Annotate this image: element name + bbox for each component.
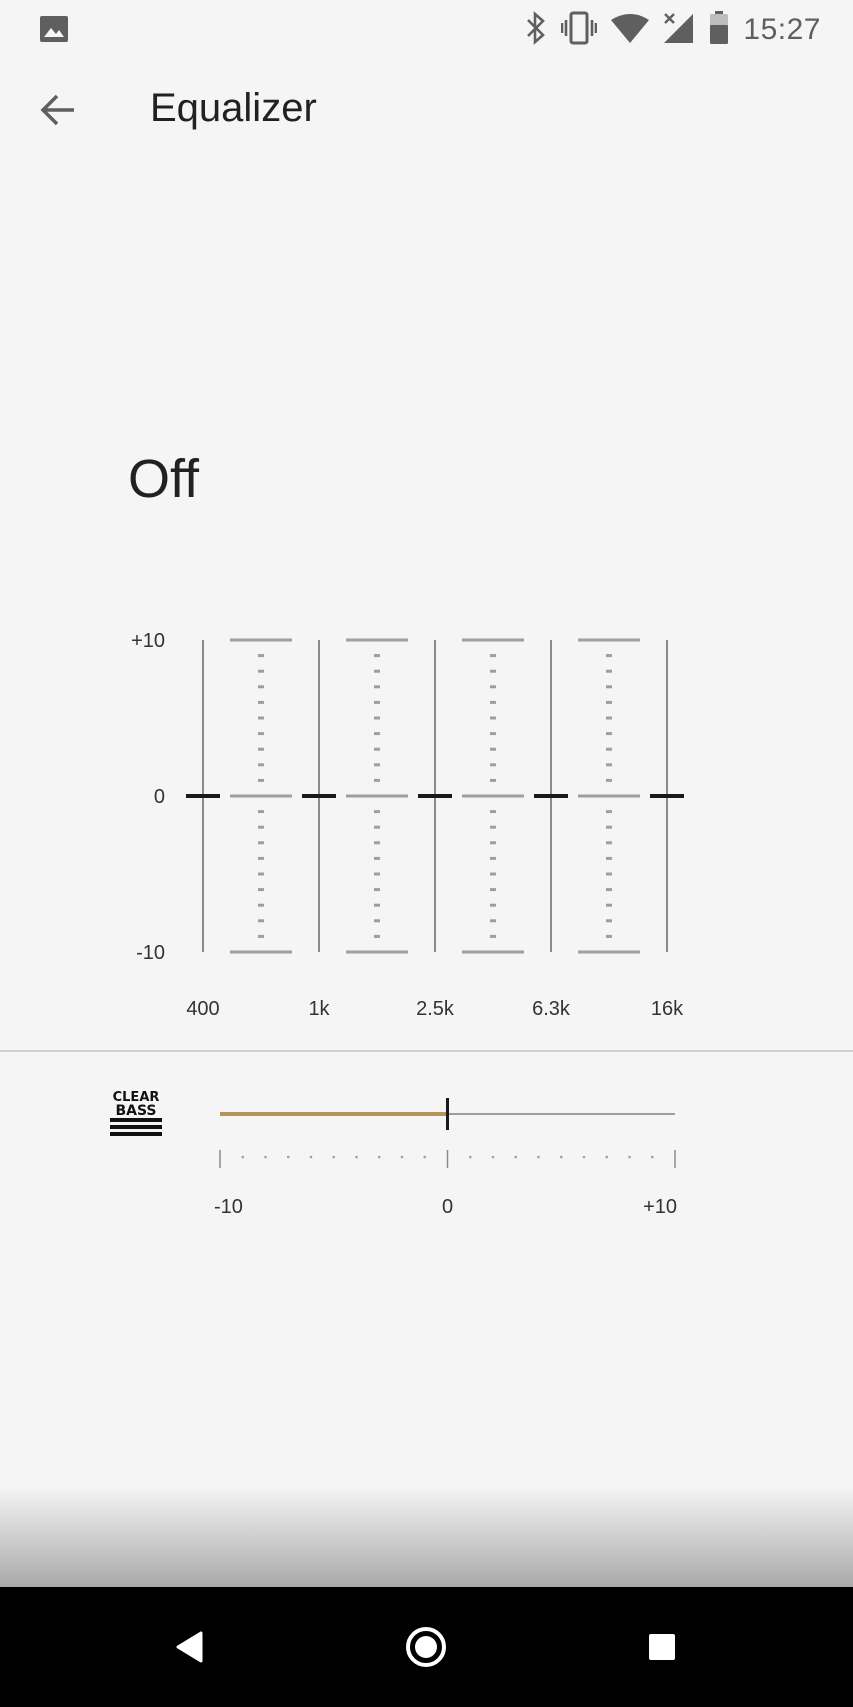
eq-y-tick-label: -10 <box>136 942 165 964</box>
recents-square-icon <box>649 1634 675 1660</box>
eq-band-label: 6.3k <box>532 998 571 1020</box>
arrow-back-icon <box>40 94 74 126</box>
back-triangle-icon <box>176 1631 203 1663</box>
clear-bass-minor-tick <box>355 1155 358 1159</box>
preset-label[interactable]: Off <box>128 448 199 510</box>
cellular-no-signal-icon <box>663 12 695 49</box>
system-nav-bar <box>0 1587 853 1707</box>
clear-bass-minor-tick <box>400 1155 404 1159</box>
bluetooth-icon <box>525 10 547 50</box>
eq-y-tick-label: +10 <box>131 630 165 652</box>
status-clock: 15:27 <box>743 13 821 46</box>
clear-bass-minor-tick <box>286 1155 290 1159</box>
bottom-fade <box>0 1487 853 1587</box>
clear-bass-minor-tick <box>537 1155 540 1159</box>
back-button[interactable] <box>30 82 86 138</box>
eq-band-label: 2.5k <box>416 998 455 1020</box>
clear-bass-minor-tick <box>650 1155 654 1159</box>
clear-bass-minor-tick <box>309 1155 313 1159</box>
clear-bass-minor-tick <box>514 1155 518 1159</box>
home-circle-icon <box>406 1627 446 1667</box>
clear-bass-slider[interactable]: -10 0 +10 <box>190 1080 710 1220</box>
clear-bass-tick-label: -10 <box>214 1196 243 1218</box>
eq-band-label: 400 <box>186 998 219 1020</box>
clear-bass-minor-tick <box>332 1155 336 1159</box>
eq-band-label: 1k <box>308 998 330 1020</box>
clear-bass-minor-tick <box>423 1155 427 1159</box>
clear-bass-minor-tick <box>605 1155 609 1159</box>
clear-bass-tick-label: 0 <box>442 1196 453 1218</box>
battery-icon <box>709 10 729 50</box>
divider <box>0 1050 853 1052</box>
clear-bass-tick-label: +10 <box>643 1196 677 1218</box>
vibrate-icon <box>561 11 598 50</box>
clear-bass-minor-tick <box>491 1155 495 1159</box>
clear-bass-minor-tick <box>377 1155 381 1159</box>
eq-y-tick-label: 0 <box>154 786 165 808</box>
clear-bass-minor-tick <box>559 1155 563 1159</box>
wifi-icon <box>611 13 650 48</box>
nav-home-button[interactable] <box>396 1617 456 1677</box>
status-bar: 15:27 <box>0 0 853 58</box>
app-bar: Equalizer <box>0 58 853 162</box>
image-notification-icon <box>40 16 68 47</box>
clear-bass-minor-tick <box>628 1155 631 1159</box>
clear-bass-minor-tick <box>582 1155 586 1159</box>
page-title: Equalizer <box>150 86 317 130</box>
equalizer-chart: +10 0 -10 400 1k 2.5k 6.3k 16k <box>131 630 684 1020</box>
clear-bass-minor-tick <box>241 1155 245 1159</box>
clear-bass-minor-tick <box>264 1155 267 1159</box>
nav-recents-button[interactable] <box>632 1617 692 1677</box>
nav-back-button[interactable] <box>160 1617 220 1677</box>
clear-bass-minor-tick <box>468 1155 472 1159</box>
eq-band-label: 16k <box>651 998 684 1020</box>
clear-bass-logo: CLEAR BASS <box>108 1088 164 1145</box>
